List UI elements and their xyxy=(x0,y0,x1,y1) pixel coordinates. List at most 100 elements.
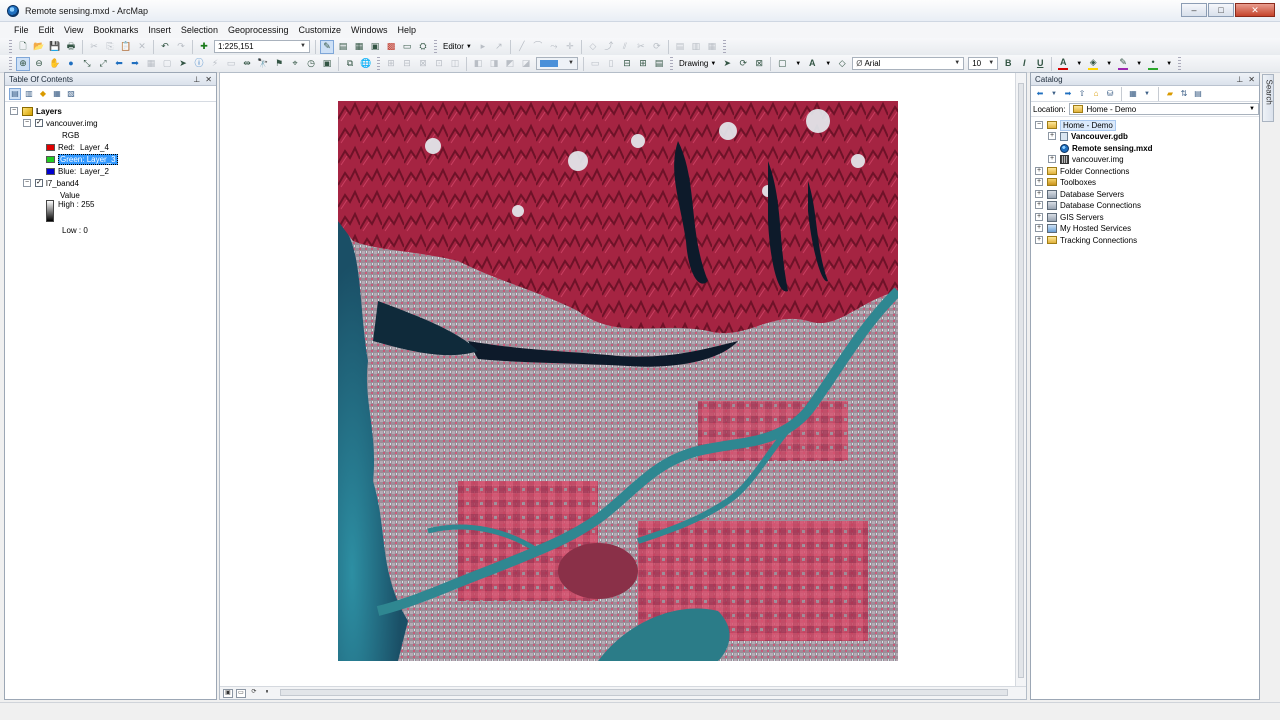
pin-icon[interactable]: ⊥ xyxy=(193,75,200,84)
delete-icon[interactable]: ✕ xyxy=(135,40,149,54)
marker-color-icon[interactable]: • xyxy=(1146,57,1160,71)
layer-name[interactable]: l7_band4 xyxy=(46,179,79,188)
forward-arrow-icon[interactable]: ➡ xyxy=(1062,88,1074,100)
open-folder-icon[interactable]: 📂 xyxy=(32,40,46,54)
fixed-zoom-in-icon[interactable]: ⤡ xyxy=(80,57,94,71)
expand-icon[interactable]: + xyxy=(1035,190,1043,198)
toolbar-grip[interactable] xyxy=(670,56,673,71)
catalog-node-label[interactable]: Vancouver.gdb xyxy=(1071,132,1128,141)
blue-band-swatch[interactable] xyxy=(46,167,55,175)
back-extent-icon[interactable]: ⬅ xyxy=(112,57,126,71)
tree-row-layer-l7-band4[interactable]: − ✓ l7_band4 xyxy=(23,177,79,189)
editor-menu[interactable]: Editor ▼ xyxy=(440,42,475,51)
font-name-combo[interactable]: Ø Arial ▼ xyxy=(852,57,965,70)
italic-button[interactable]: I xyxy=(1017,57,1031,71)
edit-annotation-icon[interactable]: ↗ xyxy=(492,40,506,54)
data-view[interactable]: ▣ ▭ ⟳ ⏸ xyxy=(219,72,1027,700)
default-gdb-icon[interactable]: ⛁ xyxy=(1104,88,1116,100)
attributes-icon[interactable]: ▤ xyxy=(673,40,687,54)
select-elements-icon[interactable]: ➤ xyxy=(176,57,190,71)
print-icon[interactable]: 🖶 xyxy=(64,40,78,54)
toolbar-grip[interactable] xyxy=(9,39,12,54)
cut-polygons-icon[interactable]: ⫽ xyxy=(618,40,632,54)
back-dropdown-icon[interactable]: ▼ xyxy=(1048,88,1060,100)
text-tool-icon[interactable]: A xyxy=(805,57,819,71)
menu-bookmarks[interactable]: Bookmarks xyxy=(88,22,143,38)
pause-drawing-button[interactable]: ⏸ xyxy=(262,689,272,698)
views-icon[interactable]: ▦ xyxy=(1127,88,1139,100)
list-by-selection-icon[interactable]: ▦ xyxy=(51,88,63,100)
layer-visibility-checkbox[interactable]: ✓ xyxy=(35,179,43,187)
paste-icon[interactable]: 📋 xyxy=(119,40,133,54)
vertical-scroll-thumb[interactable] xyxy=(1018,83,1024,678)
layout-view-button[interactable]: ▭ xyxy=(236,688,246,698)
stretch-legend[interactable]: High : 255 xyxy=(46,200,94,226)
point-icon[interactable]: ✛ xyxy=(563,40,577,54)
expand-icon[interactable]: + xyxy=(1035,236,1043,244)
toggle-contents-icon[interactable]: ⇅ xyxy=(1178,88,1190,100)
search-window-icon[interactable]: ▣ xyxy=(368,40,382,54)
html-popup-icon[interactable]: ▭ xyxy=(224,57,238,71)
find-route-icon[interactable]: ⚑ xyxy=(272,57,286,71)
toolbar-grip[interactable] xyxy=(377,56,380,71)
create-features-icon[interactable]: ▦ xyxy=(705,40,719,54)
toc-options-icon[interactable]: ▧ xyxy=(65,88,77,100)
toolbar-grip[interactable] xyxy=(434,39,437,54)
effects-tool-3-icon[interactable]: ◩ xyxy=(503,57,517,71)
arctoolbox-icon[interactable]: ▩ xyxy=(384,40,398,54)
python-window-icon[interactable]: ▭ xyxy=(400,40,414,54)
layout-tool-1-icon[interactable]: ▭ xyxy=(588,57,602,71)
grayscale-ramp-swatch[interactable] xyxy=(46,200,54,222)
catalog-node-database-connections[interactable]: + Database Connections xyxy=(1035,199,1141,211)
expand-icon[interactable]: + xyxy=(1035,213,1043,221)
menu-edit[interactable]: Edit xyxy=(34,22,60,38)
home-folder-icon[interactable]: ⌂ xyxy=(1090,88,1102,100)
connect-folder-icon[interactable]: ▰ xyxy=(1164,88,1176,100)
copy-icon[interactable]: ⎘ xyxy=(103,40,117,54)
pin-icon[interactable]: ⊥ xyxy=(1236,75,1243,84)
layout-tool-4-icon[interactable]: ⊞ xyxy=(636,57,650,71)
split-icon[interactable]: ✂ xyxy=(634,40,648,54)
horizontal-scroll-thumb[interactable] xyxy=(280,689,1008,696)
catalog-options-icon[interactable]: ▤ xyxy=(1192,88,1204,100)
layout-tool-3-icon[interactable]: ⊟ xyxy=(620,57,634,71)
save-icon[interactable]: 💾 xyxy=(48,40,62,54)
rectangle-dropdown[interactable]: ▼ xyxy=(790,61,804,67)
georef-tool-2-icon[interactable]: ⊟ xyxy=(400,57,414,71)
full-extent-icon[interactable]: ● xyxy=(64,57,78,71)
fixed-zoom-out-icon[interactable]: ⤢ xyxy=(96,57,110,71)
endpoint-arc-icon[interactable]: ⌒ xyxy=(531,40,545,54)
expand-icon[interactable]: + xyxy=(1035,224,1043,232)
measure-icon[interactable]: ⇹ xyxy=(240,57,254,71)
trace-icon[interactable]: ⤳ xyxy=(547,40,561,54)
catalog-node-label[interactable]: Tracking Connections xyxy=(1060,236,1137,245)
pan-icon[interactable]: ✋ xyxy=(48,57,62,71)
zoom-out-icon[interactable]: ⊖ xyxy=(32,57,46,71)
expand-icon[interactable]: + xyxy=(1048,132,1056,140)
layer-name[interactable]: vancouver.img xyxy=(46,119,98,128)
font-color-icon[interactable]: A xyxy=(1056,57,1070,71)
rotate-element-icon[interactable]: ⟳ xyxy=(736,57,750,71)
refresh-view-button[interactable]: ⟳ xyxy=(249,689,259,698)
redo-icon[interactable]: ↷ xyxy=(174,40,188,54)
search-side-tab[interactable]: Search xyxy=(1262,74,1274,122)
catalog-node-label[interactable]: Remote sensing.mxd xyxy=(1072,144,1152,153)
green-band-swatch[interactable] xyxy=(46,155,55,163)
layer-combo[interactable]: ▼ xyxy=(536,57,578,70)
time-slider-icon[interactable]: ◷ xyxy=(304,57,318,71)
go-to-xy-icon[interactable]: ⌖ xyxy=(288,57,302,71)
map-scale-combo[interactable]: 1:225,151 ▼ xyxy=(214,40,310,53)
new-document-icon[interactable]: 🗋 xyxy=(16,40,30,54)
catalog-node-label[interactable]: GIS Servers xyxy=(1060,213,1104,222)
cut-icon[interactable]: ✂ xyxy=(87,40,101,54)
select-elements-arrow-icon[interactable]: ➤ xyxy=(720,57,734,71)
data-frame-name[interactable]: Layers xyxy=(36,107,62,116)
catalog-window-icon[interactable]: ▦ xyxy=(352,40,366,54)
sketch-properties-icon[interactable]: ▥ xyxy=(689,40,703,54)
underline-button[interactable]: U xyxy=(1033,57,1047,71)
list-by-visibility-icon[interactable]: ◆ xyxy=(37,88,49,100)
location-combo[interactable]: Home - Demo ▼ xyxy=(1069,103,1259,115)
views-dropdown-icon[interactable]: ▼ xyxy=(1141,88,1153,100)
layout-tool-5-icon[interactable]: ▤ xyxy=(652,57,666,71)
straight-segment-icon[interactable]: ╱ xyxy=(515,40,529,54)
